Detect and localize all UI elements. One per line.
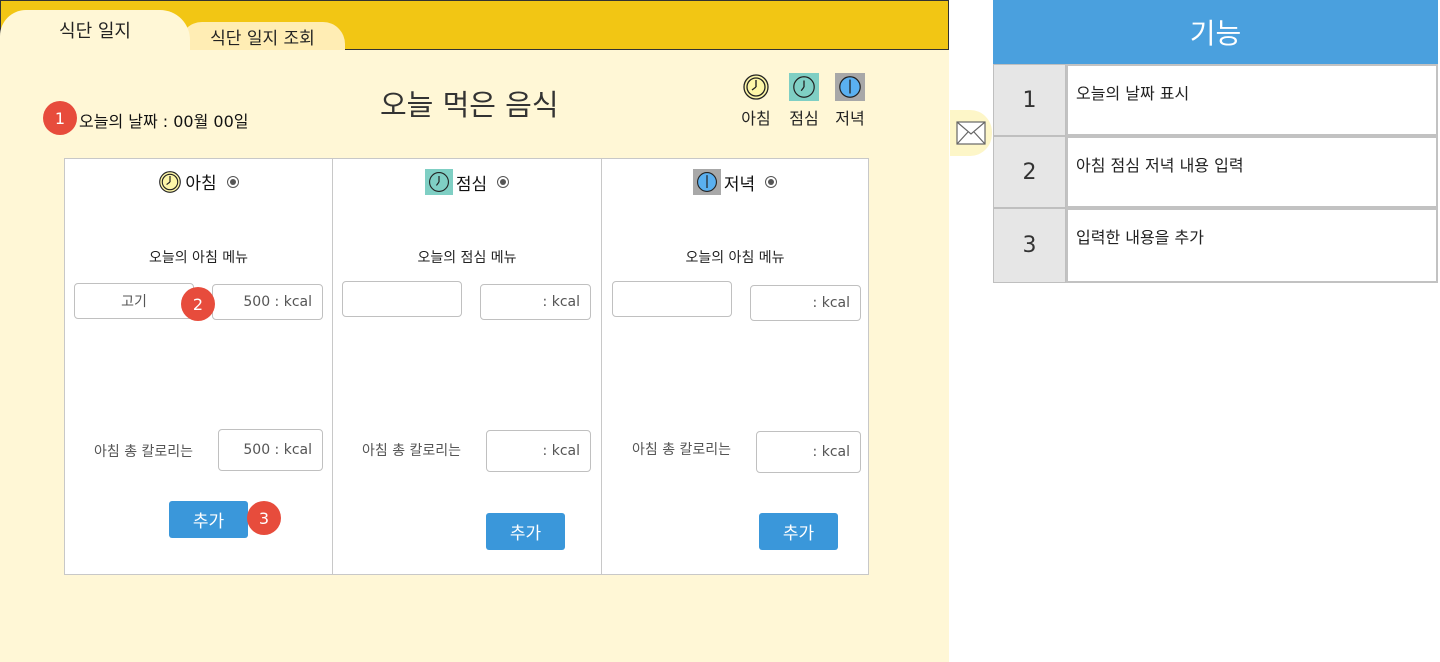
spec-row-number: 1: [993, 64, 1066, 136]
tab-diet-journal-lookup[interactable]: 식단 일지 조회: [180, 22, 345, 50]
annotation-badge-1: 1: [43, 101, 77, 135]
today-date: 오늘의 날짜 : 00월 00일: [79, 112, 249, 131]
dinner-kcal-input[interactable]: : kcal: [750, 285, 861, 321]
dinner-column: 저녁 오늘의 아침 메뉴 : kcal 아침 총 칼로리는 : kcal 추가: [602, 159, 868, 574]
dinner-food-input[interactable]: [612, 281, 732, 317]
spec-row-number: 3: [993, 208, 1066, 283]
diet-journal-app: 식단 일지 조회 식단 일지 1 오늘의 날짜 : 00월 00일 오늘 먹은 …: [0, 0, 949, 662]
lunch-radio[interactable]: [497, 176, 510, 188]
spec-row: 2 아침 점심 저녁 내용 입력: [993, 136, 1438, 208]
feature-spec-table: 기능 1 오늘의 날짜 표시 2 아침 점심 저녁 내용 입력 3 입력한 내용…: [993, 0, 1440, 284]
legend-dinner-label: 저녁: [835, 109, 865, 128]
spec-row-description: 오늘의 날짜 표시: [1066, 64, 1438, 136]
annotation-badge-3: 3: [247, 501, 281, 535]
lunch-menu-label: 오늘의 점심 메뉴: [417, 250, 517, 266]
legend-breakfast-label: 아침: [741, 109, 771, 128]
breakfast-add-button[interactable]: 추가: [169, 501, 248, 538]
annotation-badge-2: 2: [181, 287, 215, 321]
dinner-menu-label: 오늘의 아침 메뉴: [685, 250, 785, 266]
spec-row-number: 2: [993, 136, 1066, 208]
legend-lunch: 점심: [789, 73, 819, 129]
breakfast-header: 아침: [65, 169, 332, 194]
clock-icon: [789, 73, 819, 101]
clock-icon: [159, 170, 182, 193]
lunch-kcal-input[interactable]: : kcal: [480, 284, 591, 320]
lunch-total-label: 아침 총 칼로리는: [362, 443, 462, 459]
clock-icon: [835, 73, 865, 101]
dinner-title: 저녁: [723, 174, 756, 195]
breakfast-menu-label: 오늘의 아침 메뉴: [148, 250, 249, 266]
dinner-add-button[interactable]: 추가: [759, 513, 838, 550]
breakfast-food-input[interactable]: 고기: [74, 283, 194, 319]
legend-dinner: 저녁: [835, 73, 865, 129]
breakfast-title: 아침: [185, 174, 217, 194]
breakfast-kcal-input[interactable]: 500 : kcal: [212, 284, 323, 320]
spec-row: 1 오늘의 날짜 표시: [993, 64, 1438, 136]
lunch-add-button[interactable]: 추가: [486, 513, 565, 550]
legend-lunch-label: 점심: [789, 109, 819, 128]
lunch-column: 점심 오늘의 점심 메뉴 : kcal 아침 총 칼로리는 : kcal 추가: [333, 159, 602, 574]
tab-diet-journal[interactable]: 식단 일지: [0, 10, 190, 50]
dinner-total-kcal[interactable]: : kcal: [756, 431, 861, 473]
spec-row-description: 아침 점심 저녁 내용 입력: [1066, 136, 1438, 208]
breakfast-total-kcal[interactable]: 500 : kcal: [218, 429, 323, 471]
dinner-total-label: 아침 총 칼로리는: [632, 442, 732, 458]
mail-icon[interactable]: [950, 110, 992, 156]
lunch-header: 점심: [333, 169, 601, 195]
lunch-title: 점심: [455, 174, 488, 195]
page-title: 오늘 먹은 음식: [380, 88, 559, 122]
lunch-food-input[interactable]: [342, 281, 462, 317]
clock-icon: [424, 169, 453, 195]
dinner-header: 저녁: [602, 169, 868, 195]
clock-icon: [741, 73, 771, 101]
breakfast-radio[interactable]: [226, 175, 239, 188]
legend-breakfast: 아침: [741, 73, 771, 129]
spec-row-description: 입력한 내용을 추가: [1066, 208, 1438, 283]
spec-row: 3 입력한 내용을 추가: [993, 208, 1438, 283]
clock-icon: [692, 169, 721, 195]
meal-panel: 아침 오늘의 아침 메뉴 고기 500 : kcal 아침 총 칼로리는 500…: [64, 158, 869, 575]
lunch-total-kcal[interactable]: : kcal: [486, 430, 591, 472]
spec-title: 기능: [993, 0, 1438, 64]
dinner-radio[interactable]: [765, 176, 778, 188]
breakfast-column: 아침 오늘의 아침 메뉴 고기 500 : kcal 아침 총 칼로리는 500…: [65, 159, 333, 574]
breakfast-total-label: 아침 총 칼로리는: [94, 444, 194, 460]
